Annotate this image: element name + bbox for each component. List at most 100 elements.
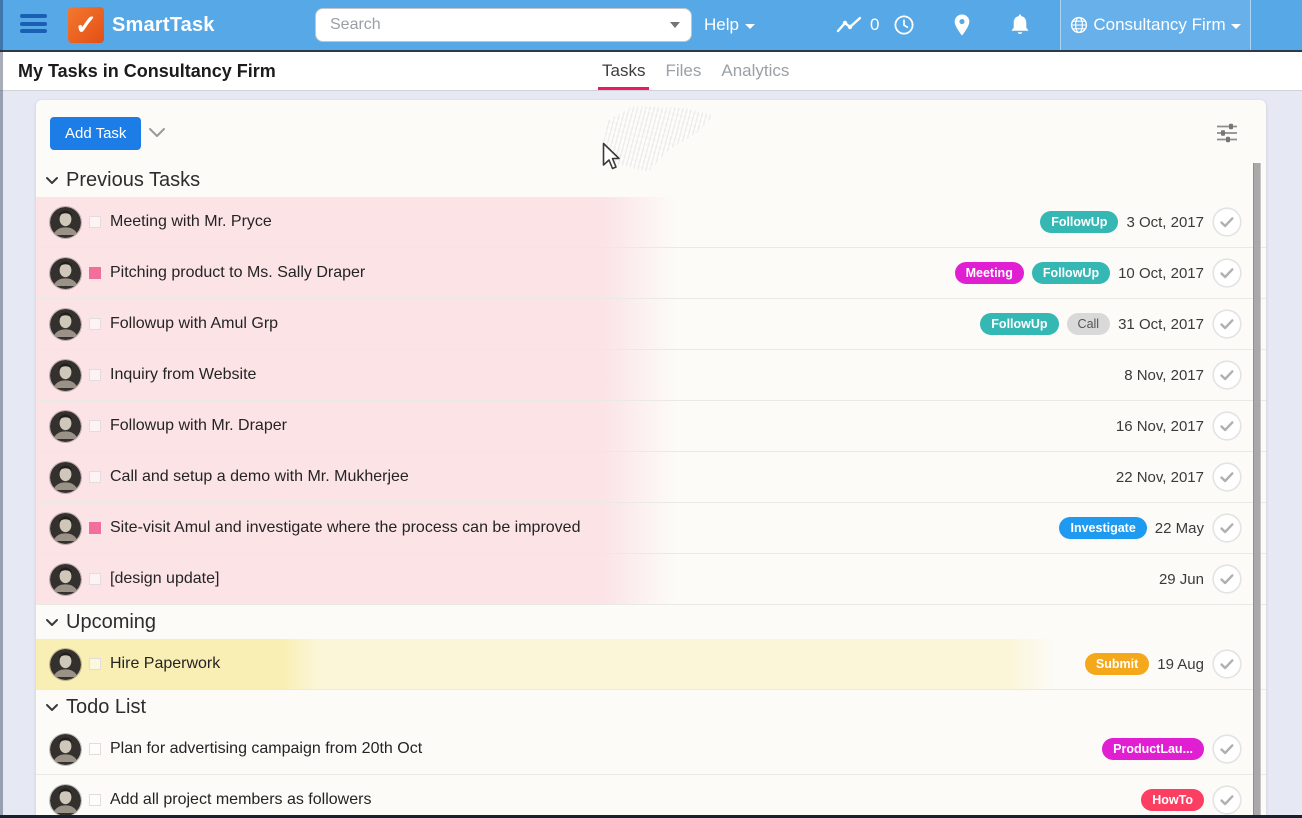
section-chevron-icon: [46, 618, 58, 626]
task-checkbox[interactable]: [89, 420, 101, 432]
task-title: Plan for advertising campaign from 20th …: [110, 740, 423, 757]
section-header[interactable]: Upcoming: [36, 605, 1266, 639]
complete-check-icon[interactable]: [1212, 462, 1242, 492]
task-meta: Investigate 22 May: [1059, 513, 1266, 543]
task-row[interactable]: Call and setup a demo with Mr. Mukherjee…: [36, 452, 1266, 503]
complete-check-icon[interactable]: [1212, 309, 1242, 339]
task-meta: HowTo: [1141, 785, 1266, 815]
task-checkbox[interactable]: [89, 573, 101, 585]
tag-pill[interactable]: FollowUp: [1040, 211, 1119, 233]
assignee-avatar[interactable]: [50, 206, 81, 238]
help-menu[interactable]: Help: [704, 0, 755, 50]
assignee-avatar[interactable]: [50, 410, 81, 442]
tab-tasks[interactable]: Tasks: [597, 52, 650, 90]
task-title: Inquiry from Website: [110, 366, 257, 383]
task-row[interactable]: Meeting with Mr. Pryce FollowUp 3 Oct, 20…: [36, 197, 1266, 248]
task-checkbox[interactable]: [89, 369, 101, 381]
assignee-avatar[interactable]: [50, 461, 81, 493]
list-scrollbar[interactable]: [1253, 163, 1261, 818]
tag-pill[interactable]: Submit: [1084, 653, 1150, 675]
due-date: 19 Aug: [1157, 655, 1204, 673]
task-checkbox[interactable]: [89, 743, 101, 755]
tag-pill[interactable]: Call: [1066, 313, 1111, 335]
activity-count: 0: [870, 15, 880, 34]
complete-check-icon[interactable]: [1212, 734, 1242, 764]
assignee-avatar[interactable]: [50, 257, 81, 289]
task-title: Followup with Amul Grp: [110, 315, 279, 332]
tag-pill[interactable]: Meeting: [954, 262, 1024, 284]
tag-pill[interactable]: HowTo: [1141, 789, 1204, 811]
assignee-avatar[interactable]: [50, 308, 81, 340]
due-date: 10 Oct, 2017: [1118, 264, 1204, 282]
task-row[interactable]: [design update] 29 Jun: [36, 554, 1266, 605]
assignee-avatar[interactable]: [50, 784, 81, 816]
add-task-caret-icon[interactable]: [148, 127, 166, 138]
assignee-avatar[interactable]: [50, 733, 81, 765]
section-header[interactable]: Todo List: [36, 690, 1266, 724]
app-name: SmartTask: [112, 13, 215, 36]
task-checkbox[interactable]: [89, 794, 101, 806]
complete-check-icon[interactable]: [1212, 411, 1242, 441]
tab-analytics[interactable]: Analytics: [719, 52, 791, 90]
task-row[interactable]: Plan for advertising campaign from 20th …: [36, 724, 1266, 775]
tab-files[interactable]: Files: [663, 52, 703, 90]
task-row[interactable]: Followup with Mr. Draper 16 Nov, 2017: [36, 401, 1266, 452]
tab-bar: Tasks Files Analytics: [597, 52, 791, 90]
complete-check-icon[interactable]: [1212, 649, 1242, 679]
task-list: Previous Tasks Meeting with Mr. Pryce Fo…: [36, 163, 1266, 818]
task-title: Add all project members as followers: [110, 791, 372, 808]
task-row[interactable]: Followup with Amul Grp FollowUp Call 31 Oc…: [36, 299, 1266, 350]
tag-pill[interactable]: ProductLau...: [1102, 738, 1204, 760]
tag-pill[interactable]: FollowUp: [1031, 262, 1111, 284]
clock-icon[interactable]: [893, 0, 915, 50]
filter-icon[interactable]: [1214, 122, 1240, 144]
assignee-avatar[interactable]: [50, 648, 81, 680]
task-row[interactable]: Site-visit Amul and investigate where th…: [36, 503, 1266, 554]
assignee-avatar[interactable]: [50, 563, 81, 595]
task-title: Call and setup a demo with Mr. Mukherjee: [110, 468, 409, 485]
task-checkbox[interactable]: [89, 267, 101, 279]
task-title: Hire Paperwork: [110, 655, 221, 672]
task-checkbox[interactable]: [89, 216, 101, 228]
search-caret-icon[interactable]: [670, 22, 680, 28]
menu-icon[interactable]: [20, 14, 47, 36]
task-row[interactable]: Pitching product to Ms. Sally Draper Mee…: [36, 248, 1266, 299]
task-row[interactable]: Hire Paperwork Submit 19 Aug: [36, 639, 1266, 690]
bell-icon[interactable]: [1008, 0, 1032, 50]
tag-pill[interactable]: Investigate: [1059, 517, 1147, 539]
complete-check-icon[interactable]: [1212, 360, 1242, 390]
location-icon[interactable]: [951, 0, 973, 50]
task-title: [design update]: [110, 570, 220, 587]
task-title: Site-visit Amul and investigate where th…: [110, 519, 581, 536]
add-task-button[interactable]: Add Task: [50, 117, 142, 150]
tag-pill[interactable]: FollowUp: [980, 313, 1059, 335]
complete-check-icon[interactable]: [1212, 513, 1242, 543]
section-title: Todo List: [66, 695, 147, 718]
activity-counter[interactable]: 0: [836, 0, 879, 50]
complete-check-icon[interactable]: [1212, 258, 1242, 288]
page-title: My Tasks in Consultancy Firm: [18, 60, 276, 81]
section-header[interactable]: Previous Tasks: [36, 163, 1266, 197]
task-checkbox[interactable]: [89, 471, 101, 483]
workspace-menu[interactable]: Consultancy Firm: [1060, 0, 1251, 50]
task-list-card: Add Task Previous Tasks Meeting with Mr.…: [36, 100, 1266, 818]
search-input[interactable]: [315, 8, 692, 42]
assignee-avatar[interactable]: [50, 359, 81, 391]
task-row[interactable]: Add all project members as followers How…: [36, 775, 1266, 818]
complete-check-icon[interactable]: [1212, 785, 1242, 815]
due-date: 29 Jun: [1158, 570, 1204, 588]
task-meta: 29 Jun: [1159, 564, 1266, 594]
app-logo-icon[interactable]: ✓: [68, 7, 104, 43]
sub-header: My Tasks in Consultancy Firm Tasks Files…: [0, 52, 1302, 91]
task-checkbox[interactable]: [89, 522, 101, 534]
complete-check-icon[interactable]: [1212, 207, 1242, 237]
task-meta: ProductLau...: [1102, 734, 1266, 764]
section-title: Previous Tasks: [66, 168, 201, 191]
task-checkbox[interactable]: [89, 318, 101, 330]
complete-check-icon[interactable]: [1212, 564, 1242, 594]
task-meta: Meeting FollowUp 10 Oct, 2017: [954, 258, 1266, 288]
task-meta: 16 Nov, 2017: [1116, 411, 1266, 441]
assignee-avatar[interactable]: [50, 512, 81, 544]
task-checkbox[interactable]: [89, 658, 101, 670]
task-row[interactable]: Inquiry from Website 8 Nov, 2017: [36, 350, 1266, 401]
